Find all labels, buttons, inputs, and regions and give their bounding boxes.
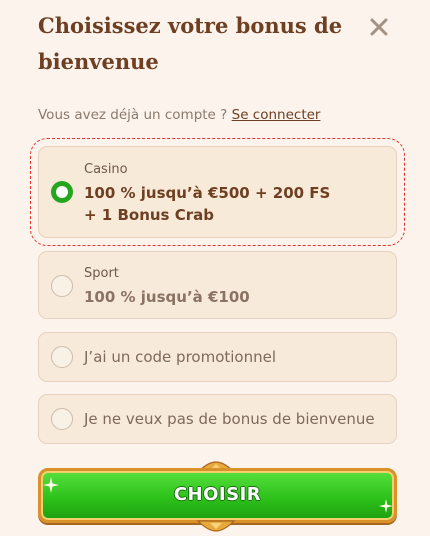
option-label: Je ne veux pas de bonus de bienvenue [84, 410, 375, 428]
close-icon [370, 18, 388, 36]
sparkle-icon [43, 477, 59, 493]
title-line-2: bienvenue [38, 49, 159, 74]
option-subtitle: Sport [84, 266, 119, 281]
option-offer-extra: + 1 Bonus Crab [84, 206, 214, 224]
option-offer: 100 % jusqu’à €100 [84, 288, 250, 306]
login-link[interactable]: Se connecter [232, 107, 321, 123]
title-line-1: Choisissez votre bonus de [38, 13, 343, 38]
sparkle-icon [379, 499, 393, 513]
close-button[interactable] [366, 14, 392, 40]
bonus-option-sport[interactable]: Sport 100 % jusqu’à €100 [38, 251, 397, 319]
radio-unselected-icon[interactable] [51, 275, 73, 297]
choose-button[interactable]: CHOISIR [38, 468, 397, 523]
ornament-bottom-icon [196, 520, 236, 532]
bonus-option-promo-code[interactable]: J’ai un code promotionnel [38, 332, 397, 382]
login-prompt-row: Vous avez déjà un compte ? Se connecter [38, 107, 320, 123]
option-label: J’ai un code promotionnel [84, 348, 277, 366]
bonus-option-no-bonus[interactable]: Je ne veux pas de bonus de bienvenue [38, 394, 397, 444]
option-subtitle: Casino [84, 162, 128, 177]
radio-unselected-icon[interactable] [51, 346, 73, 368]
page-title: Choisissez votre bonus de bienvenue [38, 8, 358, 80]
bonus-option-casino[interactable]: Casino 100 % jusqu’à €500 + 200 FS + 1 B… [30, 138, 405, 246]
radio-selected-icon[interactable] [51, 181, 73, 203]
radio-unselected-icon[interactable] [51, 408, 73, 430]
choose-button-label: CHOISIR [173, 484, 262, 505]
login-prompt: Vous avez déjà un compte ? [38, 107, 228, 123]
option-offer: 100 % jusqu’à €500 + 200 FS [84, 184, 331, 202]
